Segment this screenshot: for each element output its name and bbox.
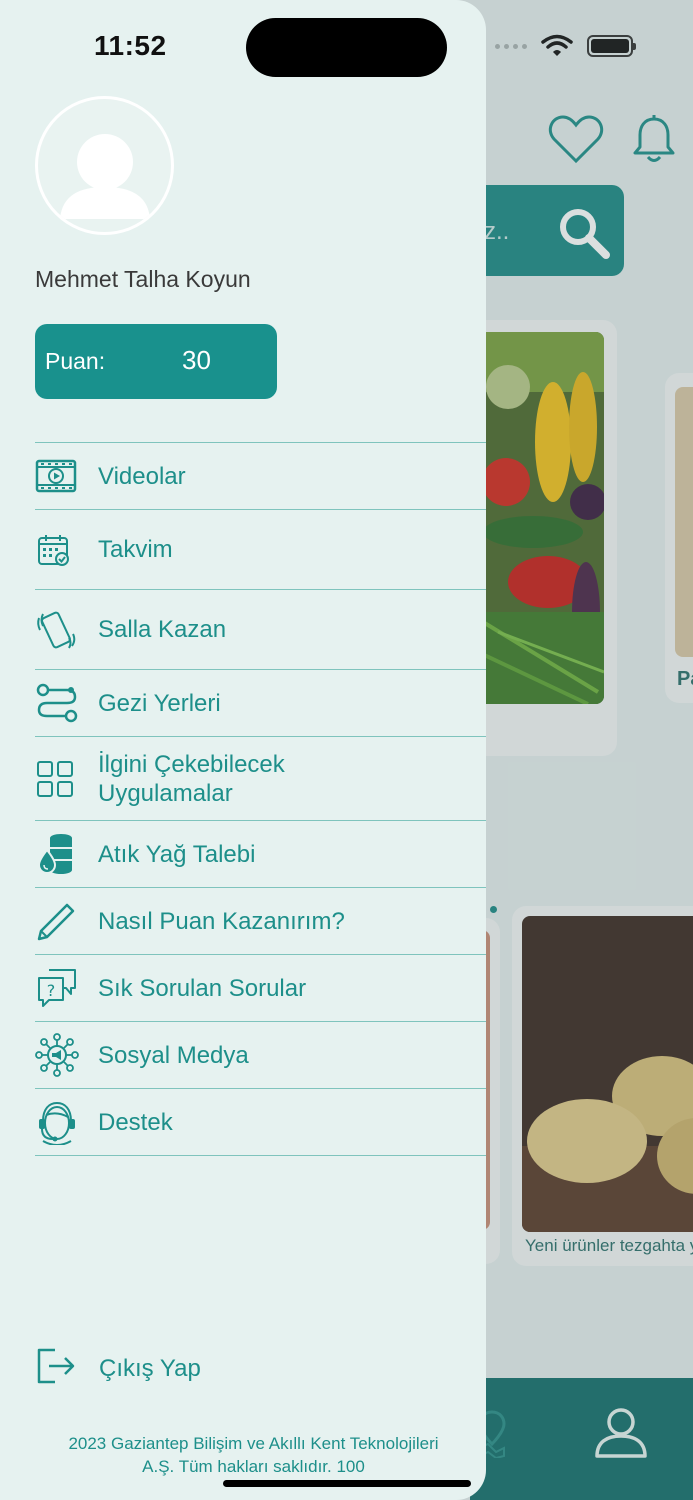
score-label: Puan: [45, 348, 106, 374]
logout-icon [35, 1346, 77, 1391]
social-media-icon [35, 1033, 98, 1077]
menu-item-label: Takvim [98, 536, 173, 563]
menu-item-label: İlgini Çekebilecek Uygulamalar [98, 750, 285, 807]
menu-item-nasil-puan-kazanirim[interactable]: Nasıl Puan Kazanırım? [35, 888, 486, 955]
menu-item-sik-sorulan-sorular[interactable]: ? Sık Sorulan Sorular [35, 955, 486, 1022]
logout-button[interactable]: Çıkış Yap [35, 1346, 201, 1391]
menu-item-label: Videolar [98, 462, 186, 490]
route-icon [35, 681, 98, 725]
menu-item-atik-yag-talebi[interactable]: Atık Yağ Talebi [35, 821, 486, 888]
menu-item-label: Destek [98, 1108, 173, 1136]
menu-item-label: Salla Kazan [98, 616, 227, 643]
menu-item-label: Sık Sorulan Sorular [98, 974, 307, 1002]
score-badge: Puan: 30 [35, 324, 277, 399]
menu-item-destek[interactable]: Destek [35, 1089, 486, 1156]
menu-item-ilgini-cekebilecek-uygulamalar[interactable]: İlgini Çekebilecek Uygulamalar [35, 737, 486, 821]
menu-item-label: Atık Yağ Talebi [98, 840, 256, 868]
oil-barrel-icon [35, 832, 98, 876]
faq-icon: ? [35, 966, 98, 1010]
home-indicator [223, 1480, 471, 1487]
menu-item-salla-kazan[interactable]: Salla Kazan [35, 590, 486, 670]
menu-item-takvim[interactable]: Takvim [35, 510, 486, 590]
user-name: Mehmet Talha Koyun [35, 266, 251, 292]
apps-grid-icon [35, 759, 98, 799]
support-icon [35, 1099, 98, 1145]
footer-copyright: 2023 Gaziantep Bilişim ve Akıllı Kent Te… [0, 1432, 486, 1478]
menu-item-gezi-yerleri[interactable]: Gezi Yerleri [35, 670, 486, 737]
status-time: 11:52 [94, 30, 167, 61]
menu-item-label: Nasıl Puan Kazanırım? [98, 907, 345, 935]
score-value: 30 [182, 345, 211, 375]
shake-phone-icon [35, 608, 98, 652]
side-drawer: 11:52 Mehmet Talha Koyun Puan: 30 Videol… [0, 0, 486, 1500]
menu-item-videolar[interactable]: Videolar [35, 443, 486, 510]
footer-line-1: 2023 Gaziantep Bilişim ve Akıllı Kent Te… [68, 1434, 439, 1453]
svg-text:?: ? [47, 981, 56, 1000]
drawer-menu: Videolar Takvim Salla Kazan Gezi Yerleri… [35, 442, 486, 1156]
menu-item-sosyal-medya[interactable]: Sosyal Medya [35, 1022, 486, 1089]
menu-item-label: Sosyal Medya [98, 1041, 249, 1069]
avatar[interactable] [35, 96, 174, 235]
dynamic-island [246, 18, 447, 77]
menu-item-label: Gezi Yerleri [98, 689, 221, 717]
video-icon [35, 458, 98, 494]
logout-label: Çıkış Yap [99, 1354, 201, 1382]
calendar-icon [35, 532, 98, 568]
pencil-icon [35, 899, 98, 943]
footer-line-2: A.Ş. Tüm hakları saklıdır. 100 [142, 1457, 365, 1476]
